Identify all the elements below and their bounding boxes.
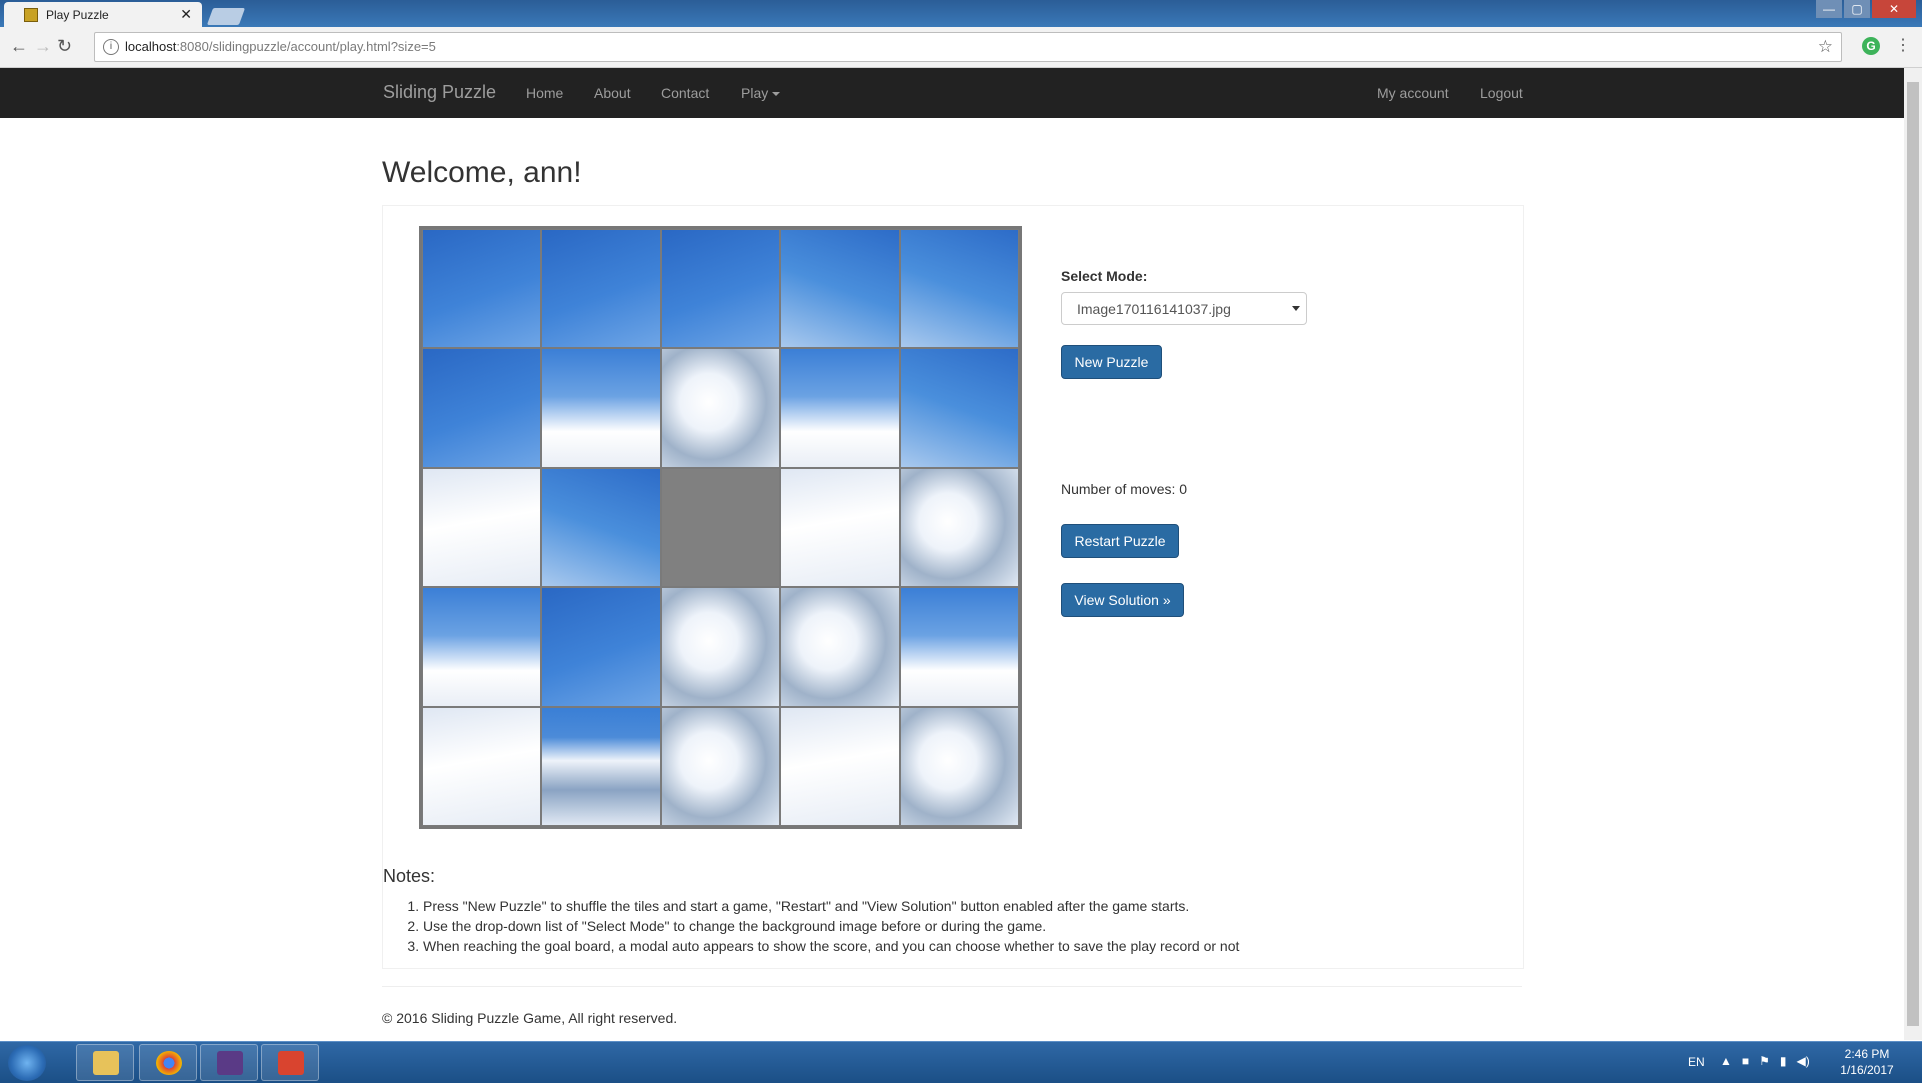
nav-logout[interactable]: Logout — [1480, 85, 1523, 101]
start-button[interactable] — [8, 1045, 46, 1081]
footer-text: © 2016 Sliding Puzzle Game, All right re… — [382, 1010, 678, 1026]
volume-icon[interactable]: ◀) — [1797, 1054, 1810, 1068]
minimize-button[interactable]: — — [1816, 0, 1842, 18]
select-mode-dropdown[interactable]: Image170116141037.jpg — [1061, 292, 1307, 325]
nav-home[interactable]: Home — [526, 85, 563, 101]
tab-close-icon[interactable]: ✕ — [180, 6, 192, 23]
address-bar[interactable]: i localhost:8080/slidingpuzzle/account/p… — [94, 32, 1842, 62]
puzzle-tile[interactable] — [781, 707, 899, 825]
bookmark-star-icon[interactable]: ☆ — [1818, 37, 1833, 57]
nav-play-dropdown[interactable]: Play — [741, 85, 781, 101]
recorder-icon — [278, 1051, 304, 1075]
chrome-menu-icon[interactable]: ⋮ — [1895, 35, 1911, 55]
navbar-brand[interactable]: Sliding Puzzle — [383, 82, 496, 103]
clock-time: 2:46 PM — [1844, 1047, 1890, 1061]
select-mode-value: Image170116141037.jpg — [1077, 301, 1231, 317]
puzzle-tile[interactable] — [423, 230, 541, 348]
puzzle-tile[interactable] — [542, 349, 660, 467]
tray-app-icon[interactable]: ■ — [1742, 1054, 1749, 1068]
clock-date: 1/16/2017 — [1840, 1063, 1894, 1077]
moves-counter: Number of moves: 0 — [1061, 481, 1188, 497]
language-indicator[interactable]: EN — [1688, 1055, 1705, 1069]
new-puzzle-button[interactable]: New Puzzle — [1061, 345, 1162, 379]
browser-tab[interactable]: Play Puzzle ✕ — [4, 2, 202, 27]
clock[interactable]: 2:46 PM 1/16/2017 — [1832, 1046, 1902, 1078]
nav-my-account[interactable]: My account — [1377, 85, 1449, 101]
puzzle-tile[interactable] — [661, 707, 780, 825]
puzzle-tile[interactable] — [423, 707, 541, 825]
puzzle-tile[interactable] — [542, 707, 660, 825]
note-item: Press "New Puzzle" to shuffle the tiles … — [423, 896, 1239, 916]
footer-divider — [382, 986, 1522, 987]
new-tab-button[interactable] — [206, 8, 246, 25]
app-navbar: Sliding Puzzle Home About Contact Play M… — [0, 68, 1904, 118]
puzzle-tile[interactable] — [423, 468, 541, 587]
taskbar-explorer[interactable] — [76, 1044, 134, 1081]
show-hidden-icons-icon[interactable]: ▲ — [1720, 1054, 1732, 1068]
puzzle-tile[interactable] — [661, 588, 780, 706]
taskbar-chrome[interactable] — [139, 1044, 197, 1081]
window-controls: — ▢ ✕ — [1816, 0, 1916, 20]
reload-icon[interactable]: ↻ — [57, 36, 72, 57]
puzzle-tile[interactable] — [661, 230, 780, 348]
view-solution-button[interactable]: View Solution » — [1061, 583, 1184, 617]
page-title: Welcome, ann! — [382, 156, 582, 189]
url-text: localhost:8080/slidingpuzzle/account/pla… — [125, 39, 436, 54]
info-icon[interactable]: i — [103, 39, 119, 55]
maximize-button[interactable]: ▢ — [1844, 0, 1870, 18]
folder-icon — [93, 1051, 119, 1075]
select-mode-label: Select Mode: — [1061, 268, 1148, 284]
puzzle-tile[interactable] — [781, 349, 899, 467]
ide-icon — [217, 1051, 243, 1075]
restart-puzzle-button[interactable]: Restart Puzzle — [1061, 524, 1179, 558]
page-scrollbar[interactable] — [1904, 68, 1922, 1040]
windows-taskbar: EN ▲ ■ ⚑ ▮ ◀) 2:46 PM 1/16/2017 — [0, 1041, 1922, 1083]
nav-contact[interactable]: Contact — [661, 85, 709, 101]
puzzle-tile[interactable] — [900, 230, 1018, 348]
taskbar-recorder[interactable] — [261, 1044, 319, 1081]
puzzle-tile[interactable] — [900, 468, 1018, 587]
puzzle-tile[interactable] — [542, 468, 660, 587]
puzzle-tile[interactable] — [542, 230, 660, 348]
forward-arrow-icon[interactable]: → — [34, 36, 52, 57]
puzzle-tile[interactable] — [781, 230, 899, 348]
notes-list: Press "New Puzzle" to shuffle the tiles … — [383, 896, 1239, 956]
extension-icon[interactable]: G — [1862, 37, 1880, 55]
nav-about[interactable]: About — [594, 85, 631, 101]
browser-toolbar: ← → ↻ i localhost:8080/slidingpuzzle/acc… — [0, 27, 1922, 68]
puzzle-tile[interactable] — [661, 349, 780, 467]
taskbar-ide[interactable] — [200, 1044, 258, 1081]
browser-title-bar: Play Puzzle ✕ — ▢ ✕ — [0, 0, 1922, 27]
network-signal-icon[interactable]: ▮ — [1780, 1054, 1787, 1068]
caret-down-icon — [772, 92, 781, 97]
puzzle-tile[interactable] — [900, 588, 1018, 706]
dropdown-arrow-icon — [1292, 306, 1300, 311]
note-item: Use the drop-down list of "Select Mode" … — [423, 916, 1239, 936]
notes-heading: Notes: — [383, 866, 436, 886]
action-center-flag-icon[interactable]: ⚑ — [1759, 1054, 1770, 1068]
empty-tile — [661, 468, 780, 587]
puzzle-tile[interactable] — [781, 468, 899, 587]
chrome-icon — [156, 1051, 182, 1075]
puzzle-tile[interactable] — [423, 349, 541, 467]
back-arrow-icon[interactable]: ← — [10, 36, 28, 57]
tab-title: Play Puzzle — [46, 8, 109, 22]
puzzle-tile[interactable] — [423, 588, 541, 706]
puzzle-tile[interactable] — [542, 588, 660, 706]
system-tray: ▲ ■ ⚑ ▮ ◀) — [1720, 1054, 1810, 1068]
close-window-button[interactable]: ✕ — [1872, 0, 1916, 18]
note-item: When reaching the goal board, a modal au… — [423, 936, 1239, 956]
puzzle-tile[interactable] — [900, 349, 1018, 467]
puzzle-board — [419, 226, 1022, 829]
puzzle-tile[interactable] — [781, 588, 899, 706]
puzzle-tile[interactable] — [900, 707, 1018, 825]
puzzle-favicon-icon — [24, 8, 38, 22]
scrollbar-thumb[interactable] — [1907, 82, 1919, 1026]
